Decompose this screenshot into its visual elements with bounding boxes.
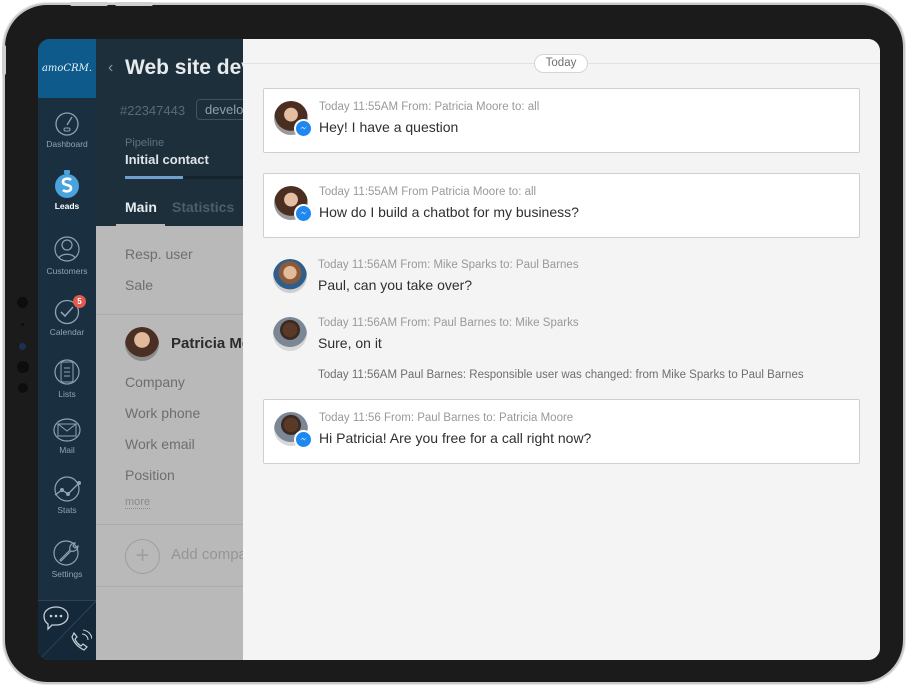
message[interactable]: Today 11:56AM From: Mike Sparks to: Paul… xyxy=(263,247,860,303)
avatar xyxy=(273,259,307,293)
message-card[interactable]: Today 11:55AM From: Patricia Moore to: a… xyxy=(263,88,860,153)
sidebar-item-dashboard[interactable]: Dashboard xyxy=(38,111,96,149)
phone-icon[interactable] xyxy=(68,629,92,655)
messenger-icon xyxy=(294,430,313,449)
lead-body: Resp. user Sale Patricia Moore Company W… xyxy=(96,226,243,660)
notification-badge: 5 xyxy=(73,295,86,308)
sidebar-item-calendar[interactable]: 5 Calendar xyxy=(38,295,96,337)
message[interactable]: Today 11:56AM From: Paul Barnes to: Mike… xyxy=(263,305,860,361)
message-meta: Today 11:56 From: Paul Barnes to: Patric… xyxy=(319,412,574,424)
field-company[interactable]: Company xyxy=(125,374,185,390)
lead-tag[interactable]: development xyxy=(196,99,243,120)
lead-title: Web site development xyxy=(125,56,243,79)
sidebar-item-label: Leads xyxy=(54,201,80,211)
message-card[interactable]: Today 11:56 From: Paul Barnes to: Patric… xyxy=(263,399,860,464)
field-work-email[interactable]: Work email xyxy=(125,436,195,452)
power-button xyxy=(2,45,6,75)
message-meta: Today 11:56AM From: Paul Barnes to: Mike… xyxy=(318,317,579,329)
chart-icon xyxy=(54,476,81,502)
customers-icon xyxy=(54,236,80,262)
sidebar-item-label: Lists xyxy=(58,389,76,399)
sidebar-item-customers[interactable]: Customers xyxy=(38,234,96,276)
message-meta: Today 11:55AM From: Patricia Moore to: a… xyxy=(319,101,540,113)
envelope-icon xyxy=(53,418,81,442)
lead-header: ‹ Web site development #22347443 develop… xyxy=(96,39,243,227)
chat-icon[interactable] xyxy=(42,605,70,631)
pipeline-progress xyxy=(125,176,243,179)
divider xyxy=(96,314,243,315)
message-text: Hi Patricia! Are you free for a call rig… xyxy=(319,430,592,446)
sidebar-item-lists[interactable]: Lists xyxy=(38,357,96,399)
pipeline-stage[interactable]: Initial contact xyxy=(125,152,209,167)
field-sale[interactable]: Sale xyxy=(125,277,153,293)
sidebar-item-label: Mail xyxy=(59,445,75,455)
system-event: Today 11:56AM Paul Barnes: Responsible u… xyxy=(318,369,804,381)
dollar-bag-icon xyxy=(55,170,79,198)
message-card[interactable]: Today 11:55AM From Patricia Moore to: al… xyxy=(263,173,860,238)
sidebar-item-label: Stats xyxy=(57,505,77,515)
avatar xyxy=(273,317,307,351)
back-arrow-icon[interactable]: ‹ xyxy=(108,59,113,77)
sidebar-item-settings[interactable]: Settings xyxy=(38,537,96,579)
sensor xyxy=(17,297,28,308)
message-meta: Today 11:55AM From Patricia Moore to: al… xyxy=(319,186,537,198)
contact-name[interactable]: Patricia Moore xyxy=(171,335,243,352)
messenger-icon xyxy=(294,119,313,138)
sidebar-item-stats[interactable]: Stats xyxy=(38,475,96,515)
more-link[interactable]: more xyxy=(125,496,151,509)
tablet-frame: amoCRM. Dashboard Leads Customers 5 Cale… xyxy=(2,2,905,684)
sidebar-item-label: Calendar xyxy=(49,327,85,337)
screen: amoCRM. Dashboard Leads Customers 5 Cale… xyxy=(38,39,880,660)
sidebar: amoCRM. Dashboard Leads Customers 5 Cale… xyxy=(38,39,97,660)
speedometer-icon xyxy=(55,112,79,136)
tab-statistics[interactable]: Statistics xyxy=(172,199,234,215)
sensor xyxy=(17,361,29,373)
sensor xyxy=(21,323,24,326)
message-text: How do I build a chatbot for my business… xyxy=(319,204,579,220)
sensor xyxy=(18,383,28,393)
sidebar-item-label: Settings xyxy=(51,569,83,579)
divider xyxy=(96,586,243,587)
sidebar-item-label: Customers xyxy=(46,266,88,276)
message-meta: Today 11:56AM From: Mike Sparks to: Paul… xyxy=(318,259,579,271)
chat-feed: Today Today 11:55AM From: Patricia Moore… xyxy=(243,39,880,660)
sidebar-communications xyxy=(38,600,97,660)
add-company-icon[interactable]: + xyxy=(125,539,160,574)
sidebar-item-mail[interactable]: Mail xyxy=(38,417,96,455)
divider xyxy=(96,524,243,525)
message-text: Hey! I have a question xyxy=(319,119,459,135)
field-resp-user[interactable]: Resp. user xyxy=(125,246,193,262)
pipeline-label: Pipeline xyxy=(125,137,165,149)
list-icon xyxy=(54,359,80,385)
wrench-icon xyxy=(53,540,79,566)
volume-button xyxy=(115,2,153,6)
message-text: Paul, can you take over? xyxy=(318,277,473,293)
pipeline-progress-fill xyxy=(125,176,183,179)
lead-id: #22347443 xyxy=(120,103,186,118)
message-text: Sure, on it xyxy=(318,335,382,351)
volume-button xyxy=(70,2,108,6)
field-work-phone[interactable]: Work phone xyxy=(125,405,200,421)
date-pill: Today xyxy=(534,54,588,73)
sidebar-item-leads[interactable]: Leads xyxy=(38,169,96,211)
tab-main[interactable]: Main xyxy=(125,199,157,215)
lead-panel: ‹ Web site development #22347443 develop… xyxy=(96,39,243,660)
add-company-button[interactable]: Add company xyxy=(171,546,243,563)
messenger-icon xyxy=(294,204,313,223)
camera-icon xyxy=(19,343,26,350)
logo[interactable]: amoCRM. xyxy=(38,39,96,98)
field-position[interactable]: Position xyxy=(125,467,175,483)
sidebar-item-label: Dashboard xyxy=(46,139,88,149)
contact-avatar[interactable] xyxy=(125,327,159,361)
